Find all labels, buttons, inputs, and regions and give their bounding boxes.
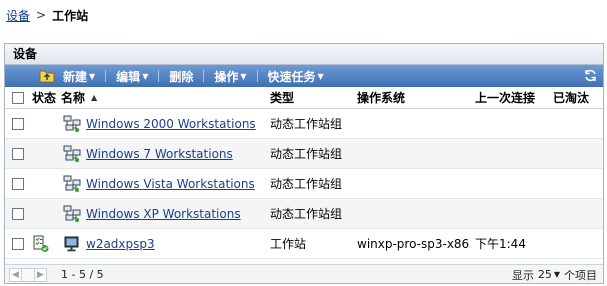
column-last-contact[interactable]: 上一次连接	[475, 89, 553, 106]
pager: ◀ ▶	[5, 267, 47, 282]
new-menu[interactable]: 新建 ▼	[63, 68, 95, 85]
chevron-down-icon: ▼	[142, 71, 149, 81]
column-name[interactable]: 名称 ▲	[61, 89, 270, 106]
items-label: 个项目	[564, 268, 597, 282]
action-menu-label: 操作	[214, 69, 239, 84]
delete-button[interactable]: 删除	[169, 68, 193, 85]
breadcrumb-current: 工作站	[52, 8, 89, 23]
toolbar-divider	[203, 70, 205, 82]
workstation-icon	[64, 236, 79, 251]
row-last-contact: 下午1:44	[475, 237, 526, 251]
item-range: 1 - 5 / 5	[61, 268, 104, 281]
refresh-icon[interactable]	[583, 68, 598, 83]
page-size-value: 25	[537, 268, 552, 281]
devices-panel: 设备 新建 ▼ 编辑 ▼ 删除 操作 ▼ 快速任务 ▼ 状态 名称 ▲ 类型 操…	[4, 43, 604, 284]
row-name-link[interactable]: Windows Vista Workstations	[86, 177, 255, 191]
column-type[interactable]: 类型	[270, 89, 357, 106]
row-os: winxp-pro-sp3-x86	[357, 236, 470, 251]
column-name-label: 名称	[61, 91, 86, 105]
toolbar-divider	[256, 70, 258, 82]
row-type: 动态工作站组	[270, 177, 343, 191]
column-os[interactable]: 操作系统	[357, 89, 475, 106]
row-type: 动态工作站组	[270, 147, 343, 161]
workstation-group-icon	[63, 205, 81, 222]
show-label: 显示	[511, 268, 534, 282]
breadcrumb-devices-link[interactable]: 设备	[6, 7, 30, 24]
new-menu-label: 新建	[63, 69, 88, 84]
status-checklist-ok-icon	[33, 235, 49, 252]
page-size-select[interactable]: 25 ▼	[538, 268, 560, 281]
row-checkbox[interactable]	[11, 237, 24, 250]
previous-page-icon[interactable]: ◀	[9, 267, 22, 282]
table-footer: ◀ ▶ 1 - 5 / 5 显示 25 ▼ 个项目	[5, 264, 603, 283]
chevron-down-icon: ▼	[553, 270, 560, 279]
next-page-icon[interactable]: ▶	[34, 267, 47, 282]
row-type: 工作站	[270, 237, 307, 251]
row-name-link[interactable]: Windows XP Workstations	[86, 207, 241, 221]
chevron-down-icon: ▼	[89, 71, 96, 81]
edit-menu[interactable]: 编辑 ▼	[116, 68, 148, 85]
action-menu[interactable]: 操作 ▼	[214, 68, 246, 85]
toolbar-divider	[105, 70, 107, 82]
workstation-group-icon	[63, 175, 81, 192]
select-all-checkbox[interactable]	[11, 91, 24, 104]
breadcrumb: 设备 > 工作站	[6, 6, 88, 24]
chevron-down-icon: ▼	[317, 71, 324, 81]
row-name-link[interactable]: Windows 7 Workstations	[86, 147, 233, 161]
row-name-link[interactable]: Windows 2000 Workstations	[86, 117, 256, 131]
row-checkbox[interactable]	[11, 117, 24, 130]
quick-tasks-menu[interactable]: 快速任务 ▼	[268, 68, 324, 85]
column-retired[interactable]: 已淘汰	[553, 89, 601, 106]
row-type: 动态工作站组	[270, 117, 343, 131]
breadcrumb-separator: >	[36, 8, 47, 22]
sort-ascending-icon: ▲	[91, 93, 98, 102]
page-size-control: 显示 25 ▼ 个项目	[512, 267, 597, 283]
table-header: 状态 名称 ▲ 类型 操作系统 上一次连接 已淘汰	[5, 87, 603, 109]
table-row: Windows 2000 Workstations 动态工作站组	[5, 109, 603, 139]
edit-menu-label: 编辑	[116, 69, 141, 84]
toolbar: 新建 ▼ 编辑 ▼ 删除 操作 ▼ 快速任务 ▼	[5, 65, 603, 87]
pager-track	[22, 267, 34, 282]
row-checkbox[interactable]	[11, 177, 24, 190]
table-row: Windows Vista Workstations 动态工作站组	[5, 169, 603, 199]
row-status	[30, 235, 61, 253]
delete-button-label: 删除	[169, 69, 194, 84]
toolbar-divider	[158, 70, 160, 82]
row-checkbox[interactable]	[11, 207, 24, 220]
chevron-down-icon: ▼	[240, 71, 247, 81]
table-row: Windows 7 Workstations 动态工作站组	[5, 139, 603, 169]
quick-tasks-menu-label: 快速任务	[267, 69, 316, 84]
table-row: Windows XP Workstations 动态工作站组	[5, 199, 603, 229]
workstation-group-icon	[63, 145, 81, 162]
panel-title: 设备	[5, 44, 603, 65]
workstation-group-icon	[63, 115, 81, 132]
row-checkbox[interactable]	[11, 147, 24, 160]
row-name-link[interactable]: w2adxpsp3	[86, 237, 155, 251]
row-type: 动态工作站组	[270, 207, 343, 221]
table-row: w2adxpsp3 工作站 winxp-pro-sp3-x86 下午1:44	[5, 229, 603, 259]
folder-up-icon[interactable]	[39, 68, 55, 83]
column-status[interactable]: 状态	[30, 89, 61, 106]
